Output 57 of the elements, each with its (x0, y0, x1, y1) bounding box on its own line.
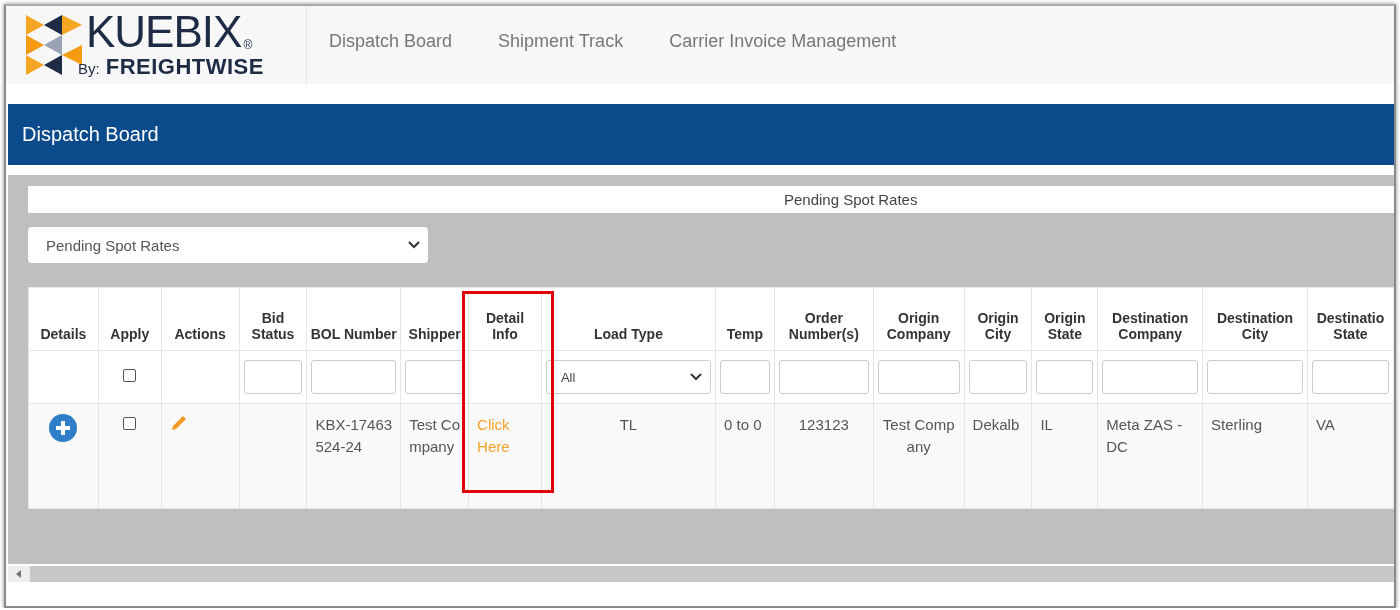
nav-link[interactable]: Shipment Track (498, 30, 624, 52)
checkbox[interactable] (123, 417, 137, 430)
column-header: Details (40, 326, 87, 342)
filter-field[interactable] (968, 360, 1028, 394)
scrollbar[interactable] (8, 566, 1394, 582)
table-cell: Test Company (409, 416, 460, 455)
table-cell: 123123 (798, 416, 849, 433)
column-header: Destination Company (1111, 310, 1190, 342)
filter-field[interactable] (778, 360, 869, 394)
filter-field[interactable] (243, 360, 303, 394)
table-cell: Test Company (882, 416, 955, 455)
column-header: Apply (110, 326, 150, 342)
table-cell: Dekalb (972, 416, 1020, 433)
column-header: Detail Info (484, 310, 526, 342)
column-header: Origin Company (885, 310, 952, 342)
registered-mark: ® (243, 38, 253, 52)
column-header: Bid Status (250, 310, 296, 342)
column-header: Temp (726, 326, 764, 342)
company-name: FREIGHTWISE (105, 54, 264, 80)
table-cell: TL (619, 416, 638, 433)
table-cell: VA (1315, 416, 1335, 433)
chevron-down-icon (408, 241, 420, 249)
column-header: Destinatio State (1315, 310, 1386, 342)
page-title: Dispatch Board (22, 123, 159, 146)
column-header: Origin City (976, 310, 1020, 342)
table-cell: Meta ZAS - DC (1106, 416, 1183, 455)
pencil-icon[interactable] (169, 414, 188, 432)
filter-field[interactable] (720, 360, 770, 394)
filter-field[interactable] (311, 360, 397, 394)
filter-field[interactable] (1102, 360, 1199, 394)
chevron-down-icon (690, 373, 703, 381)
table-cell: IL (1040, 416, 1053, 433)
column-header: Actions (174, 326, 226, 342)
filter-field[interactable] (1036, 360, 1094, 394)
plus-circle-icon[interactable] (49, 414, 78, 442)
column-header: Origin State (1043, 310, 1087, 342)
nav-link[interactable]: Dispatch Board (329, 30, 453, 52)
column-header: Shipper (408, 326, 461, 342)
column-header: Destination City (1215, 310, 1295, 342)
table-cell: Sterling (1211, 416, 1262, 433)
column-header: Load Type (593, 326, 663, 342)
filter-field[interactable] (1207, 360, 1303, 394)
table-cell: 0 to 0 (724, 416, 762, 433)
column-header: BOL Number (310, 326, 397, 342)
view-title: Pending Spot Rates (784, 191, 918, 208)
logo-byline: By: (78, 60, 100, 77)
column-header: Order Number(s) (787, 310, 860, 342)
filter-dropdown[interactable]: All (545, 360, 712, 394)
table-cell: KBX-17463524-24 (315, 416, 393, 455)
filter-field[interactable] (877, 360, 960, 394)
scroll-left-icon[interactable] (16, 570, 22, 578)
view-dropdown[interactable]: Pending Spot Rates (28, 227, 428, 263)
checkbox[interactable] (123, 369, 137, 382)
nav-link[interactable]: Carrier Invoice Management (669, 30, 897, 52)
filter-field[interactable] (405, 360, 465, 394)
logo-text: KUEBIX (86, 10, 242, 54)
filter-field[interactable] (1311, 360, 1389, 394)
